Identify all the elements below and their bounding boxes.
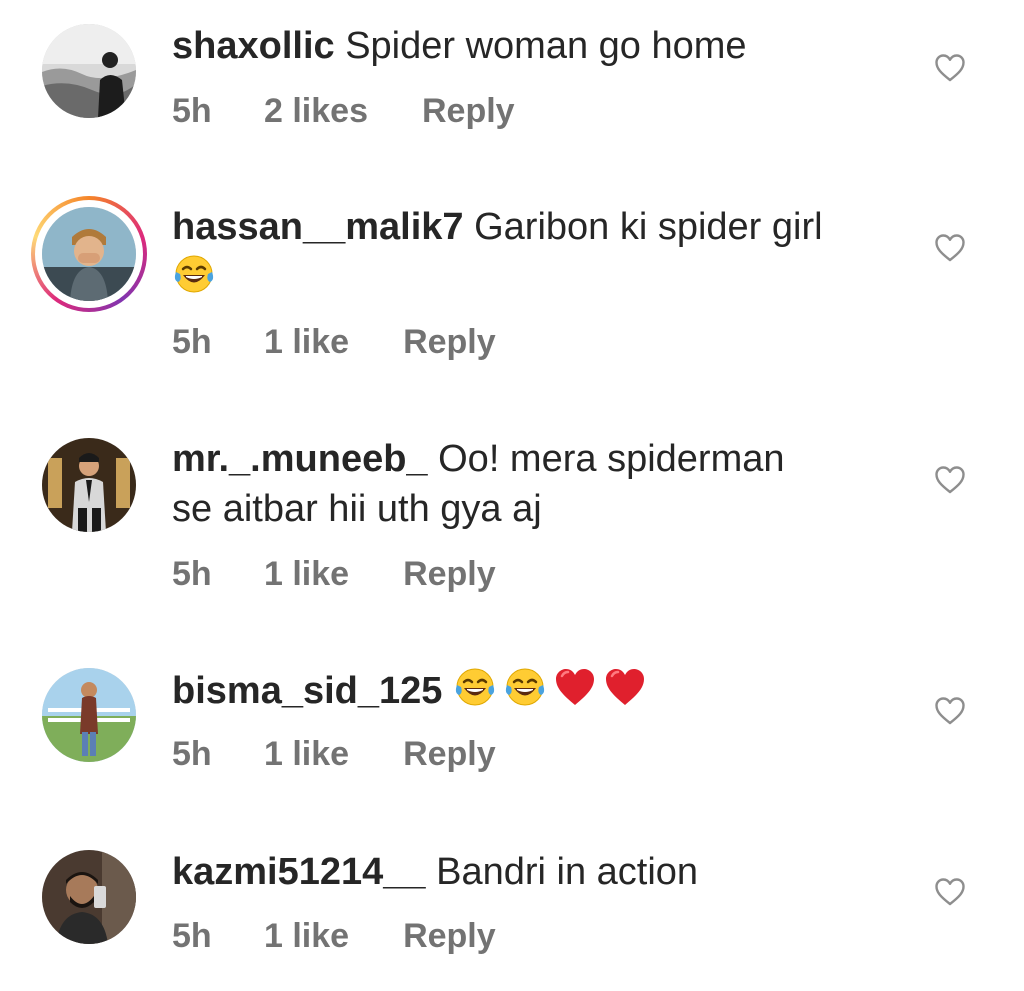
comment-meta: 5h 2 likes Reply	[172, 91, 515, 131]
reply-button[interactable]: Reply	[403, 554, 496, 594]
red-heart-icon	[603, 665, 647, 709]
avatar[interactable]	[42, 438, 136, 532]
comment-text: bisma_sid_125	[172, 665, 892, 716]
comment-body-line2: se aitbar hii uth gya aj	[172, 488, 542, 530]
comment-time: 5h	[172, 92, 212, 130]
comment-text: kazmi51214__ Bandri in action	[172, 847, 892, 897]
avatar[interactable]	[42, 850, 136, 944]
comment-time: 5h	[172, 735, 212, 773]
comments-list: shaxollic Spider woman go home 5h 2 likes…	[0, 0, 1024, 991]
avatar[interactable]	[42, 24, 136, 118]
comment-username[interactable]: shaxollic	[172, 25, 335, 67]
comment-likes[interactable]: 1 like	[264, 734, 349, 774]
reply-button[interactable]: Reply	[403, 734, 496, 774]
face-with-tears-of-joy-icon	[453, 665, 497, 709]
comment-meta: 5h 1 like Reply	[172, 554, 496, 594]
like-heart-icon[interactable]	[934, 465, 966, 495]
avatar[interactable]	[42, 668, 136, 762]
like-heart-icon[interactable]	[934, 233, 966, 263]
like-heart-icon[interactable]	[934, 53, 966, 83]
comment-text: mr._.muneeb_ Oo! mera spiderman se aitba…	[172, 434, 892, 534]
comment-body: Oo! mera spiderman	[438, 438, 785, 480]
comment-username[interactable]: kazmi51214__	[172, 851, 426, 893]
comment-body: Bandri in action	[436, 851, 699, 893]
reply-button[interactable]: Reply	[422, 91, 515, 131]
comment-body: Spider woman go home	[345, 25, 747, 67]
comment-username[interactable]: bisma_sid_125	[172, 670, 442, 712]
comment-meta: 5h 1 like Reply	[172, 916, 496, 956]
comment-likes[interactable]: 1 like	[264, 554, 349, 594]
comment-time: 5h	[172, 917, 212, 955]
comment-likes[interactable]: 1 like	[264, 916, 349, 956]
comment-body: Garibon ki spider girl	[474, 206, 823, 248]
like-heart-icon[interactable]	[934, 696, 966, 726]
comment-username[interactable]: mr._.muneeb_	[172, 438, 428, 480]
story-ring[interactable]	[31, 196, 147, 312]
face-with-tears-of-joy-icon	[172, 252, 216, 296]
comment-username[interactable]: hassan__malik7	[172, 206, 464, 248]
comment-likes[interactable]: 1 like	[264, 322, 349, 362]
reply-button[interactable]: Reply	[403, 916, 496, 956]
comment-time: 5h	[172, 555, 212, 593]
like-heart-icon[interactable]	[934, 877, 966, 907]
red-heart-icon	[553, 665, 597, 709]
avatar[interactable]	[42, 207, 136, 301]
comment-likes[interactable]: 2 likes	[264, 91, 368, 131]
comment-meta: 5h 1 like Reply	[172, 322, 496, 362]
comment-meta: 5h 1 like Reply	[172, 734, 496, 774]
comment-text: shaxollic Spider woman go home	[172, 21, 892, 71]
comment-time: 5h	[172, 323, 212, 361]
comment-text: hassan__malik7 Garibon ki spider girl	[172, 202, 892, 303]
face-with-tears-of-joy-icon	[503, 665, 547, 709]
reply-button[interactable]: Reply	[403, 322, 496, 362]
